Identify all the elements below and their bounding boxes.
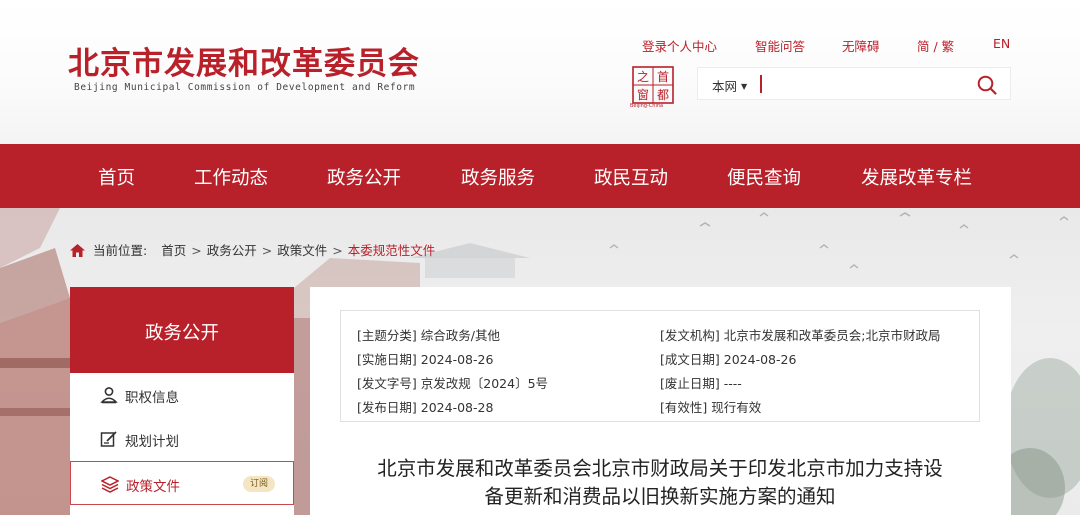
nav-reform-column[interactable]: 发展改革专栏	[861, 164, 972, 190]
sidebar-item-label: 规划计划	[125, 434, 179, 450]
meta-effective-date: [实施日期] 2024-08-26	[357, 352, 494, 367]
nav-government-affairs-open[interactable]: 政务公开	[327, 164, 401, 190]
meta-repeal-date: [废止日期] ----	[660, 376, 742, 391]
main-nav: 首页 工作动态 政务公开 政务服务 政民互动 便民查询 发展改革专栏	[0, 144, 1080, 208]
accessibility-link[interactable]: 无障碍	[842, 36, 880, 55]
breadcrumb-home[interactable]: 首页	[161, 243, 186, 258]
meta-subject-category: [主题分类] 综合政务/其他	[357, 328, 500, 343]
login-link[interactable]: 登录个人中心	[642, 36, 717, 55]
caret-down-icon: ▼	[741, 82, 748, 91]
sidebar-item-policy-documents[interactable]: 政策文件 订阅	[70, 461, 294, 505]
breadcrumb-government-affairs[interactable]: 政务公开	[207, 243, 257, 258]
meta-validity: [有效性] 现行有效	[660, 400, 762, 415]
site-header: 北京市发展和改革委员会 Beijing Municipal Commission…	[0, 0, 1080, 144]
breadcrumb-current[interactable]: 本委规范性文件	[348, 243, 436, 258]
article-title: 北京市发展和改革委员会北京市财政局关于印发北京市加力支持设 备更新和消费品以旧换…	[340, 455, 980, 511]
logo-caption: Beijing-China	[630, 103, 664, 109]
sidebar-header: 政务公开	[70, 287, 294, 373]
seal-icon: 首 都 之 窗	[632, 66, 674, 104]
meta-publish-date: [发布日期] 2024-08-28	[357, 400, 494, 415]
nav-public-interaction[interactable]: 政民互动	[594, 164, 668, 190]
article-title-line: 备更新和消费品以旧换新实施方案的通知	[484, 485, 836, 508]
document-metadata: [主题分类] 综合政务/其他 [发文机构] 北京市发展和改革委员会;北京市财政局 […	[340, 310, 980, 422]
person-icon	[100, 386, 118, 404]
sidebar-item-label: 职权信息	[125, 390, 179, 406]
svg-text:都: 都	[657, 88, 669, 102]
meta-document-number: [发文字号] 京发改规〔2024〕5号	[357, 376, 549, 391]
search-icon	[977, 75, 997, 95]
site-subtitle: Beijing Municipal Commission of Developm…	[74, 82, 416, 93]
nav-home[interactable]: 首页	[98, 164, 135, 190]
site-title[interactable]: 北京市发展和改革委员会	[68, 38, 420, 83]
svg-text:窗: 窗	[637, 88, 649, 102]
edit-icon	[100, 430, 118, 448]
sidebar-item-authority-info[interactable]: 职权信息	[70, 373, 294, 417]
nav-government-services[interactable]: 政务服务	[461, 164, 535, 190]
main-content: [主题分类] 综合政务/其他 [发文机构] 北京市发展和改革委员会;北京市财政局 […	[310, 287, 1011, 515]
article-title-line: 北京市发展和改革委员会北京市财政局关于印发北京市加力支持设	[377, 457, 943, 480]
search-scope-dropdown[interactable]: 本网 ▼	[712, 76, 747, 95]
text-cursor	[760, 75, 762, 93]
sidebar: 政务公开 职权信息 规划计划 政策文件 订阅	[70, 287, 294, 515]
meta-written-date: [成文日期] 2024-08-26	[660, 352, 797, 367]
breadcrumb-policy-documents[interactable]: 政策文件	[277, 243, 327, 258]
breadcrumb-separator: >	[332, 243, 343, 258]
search-scope-label: 本网	[712, 79, 738, 94]
sidebar-item-label: 政策文件	[126, 479, 180, 495]
search-box: 本网 ▼	[697, 67, 1011, 100]
breadcrumb-label: 当前位置:	[93, 243, 148, 258]
meta-issuing-agency: [发文机构] 北京市发展和改革委员会;北京市财政局	[660, 328, 941, 343]
english-link[interactable]: EN	[993, 36, 1010, 51]
breadcrumb-separator: >	[261, 243, 273, 258]
simplified-traditional-link[interactable]: 简 / 繁	[917, 36, 954, 55]
svg-text:首: 首	[657, 70, 669, 84]
breadcrumb: 当前位置: 首页 > 政务公开 > 政策文件 > 本委规范性文件	[70, 240, 435, 258]
smart-qa-link[interactable]: 智能问答	[755, 36, 805, 55]
sidebar-item-planning[interactable]: 规划计划	[70, 417, 294, 461]
layers-icon	[100, 475, 120, 493]
breadcrumb-separator: >	[191, 243, 202, 258]
nav-work-news[interactable]: 工作动态	[194, 164, 268, 190]
subscribe-badge[interactable]: 订阅	[243, 476, 276, 492]
nav-convenience-query[interactable]: 便民查询	[727, 164, 801, 190]
svg-text:之: 之	[637, 70, 649, 84]
sidebar-title: 政务公开	[144, 323, 219, 344]
home-icon[interactable]	[70, 244, 85, 260]
search-input[interactable]	[766, 72, 962, 96]
search-button[interactable]	[976, 74, 998, 96]
top-links: 登录个人中心 智能问答 无障碍 简 / 繁 EN	[640, 36, 1020, 54]
